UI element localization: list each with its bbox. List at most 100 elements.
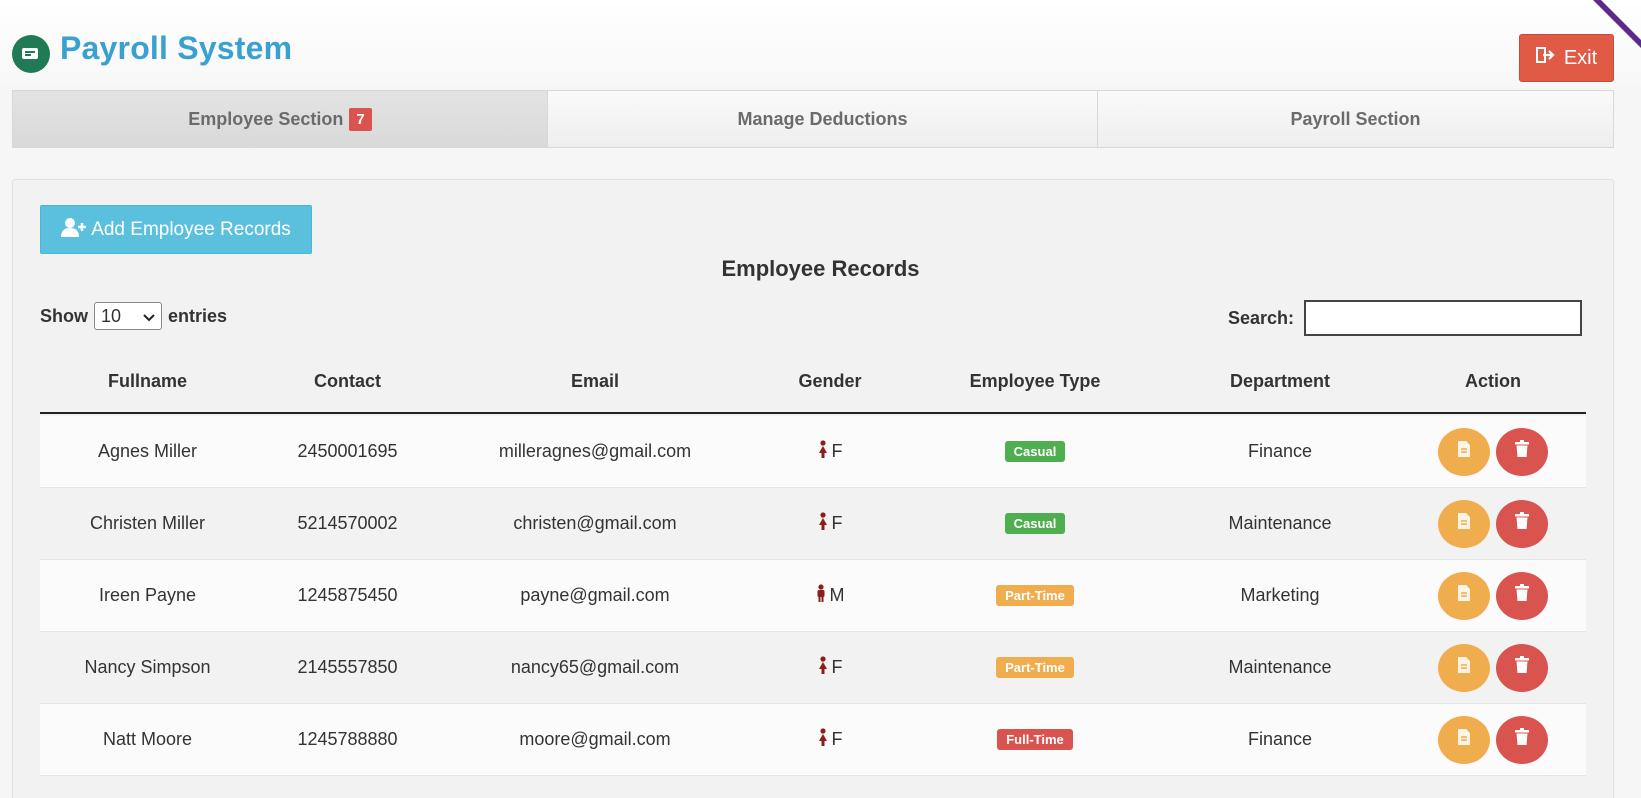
search-input[interactable] xyxy=(1304,300,1583,336)
add-employee-button[interactable]: Add Employee Records xyxy=(40,205,312,254)
delete-record-button[interactable] xyxy=(1496,427,1548,476)
cell-contact: 2145557850 xyxy=(297,657,398,677)
table-header: Fullname Contact Email Gender Employee T… xyxy=(40,350,1586,414)
cell-employee-type: Part-Time xyxy=(910,560,1160,631)
trash-icon xyxy=(1514,440,1530,463)
table-row: Nancy Simpson 2145557850 nancy65@gmail.c… xyxy=(40,632,1586,704)
cell-fullname: Nancy Simpson xyxy=(84,657,211,677)
cell-department: Maintenance xyxy=(1228,513,1332,533)
tab-payroll-section[interactable]: Payroll Section xyxy=(1098,91,1613,147)
trash-icon xyxy=(1514,584,1530,607)
column-header-employee-type[interactable]: Employee Type xyxy=(910,350,1160,412)
cell-action xyxy=(1400,416,1586,487)
file-icon xyxy=(1457,512,1471,535)
trash-icon xyxy=(1514,512,1530,535)
female-icon xyxy=(818,728,828,751)
gender-value: F xyxy=(831,441,843,461)
entries-suffix: entries xyxy=(168,305,228,326)
cell-contact: 1245788880 xyxy=(297,729,398,749)
show-entries: Show 10 entries xyxy=(40,302,227,330)
cell-email: nancy65@gmail.com xyxy=(510,657,680,677)
delete-record-button[interactable] xyxy=(1496,499,1548,548)
edit-record-button[interactable] xyxy=(1438,571,1490,620)
cell-email: milleragnes@gmail.com xyxy=(498,441,692,461)
table-row: Agnes Miller 2450001695 milleragnes@gmai… xyxy=(40,416,1586,488)
entries-select[interactable]: 10 xyxy=(94,302,162,330)
gender-value: F xyxy=(831,657,843,677)
cell-email: christen@gmail.com xyxy=(513,513,677,533)
tab-employee-section[interactable]: Employee Section 7 xyxy=(13,91,548,147)
entries-value: 10 xyxy=(101,305,122,326)
app-header: Payroll System xyxy=(0,0,1641,88)
cell-department: Marketing xyxy=(1240,585,1320,605)
tab-label: Manage Deductions xyxy=(737,108,908,129)
column-header-department[interactable]: Department xyxy=(1160,350,1400,412)
file-icon xyxy=(1457,584,1471,607)
gender-value: F xyxy=(831,729,843,749)
file-icon xyxy=(1457,440,1471,463)
sign-out-icon xyxy=(1535,46,1556,70)
cell-email: moore@gmail.com xyxy=(519,729,671,749)
table-row: Christen Miller 5214570002 christen@gmai… xyxy=(40,488,1586,560)
edit-record-button[interactable] xyxy=(1438,715,1490,764)
file-icon xyxy=(1457,656,1471,679)
edit-record-button[interactable] xyxy=(1438,499,1490,548)
employee-count-badge: 7 xyxy=(349,107,372,131)
chevron-down-icon xyxy=(143,306,155,327)
cell-contact: 2450001695 xyxy=(297,441,398,461)
cell-fullname: Ireen Payne xyxy=(98,585,197,605)
payroll-logo-icon xyxy=(12,35,50,73)
trash-icon xyxy=(1514,728,1530,751)
cell-fullname: Agnes Miller xyxy=(97,441,198,461)
male-icon xyxy=(816,584,826,607)
column-header-fullname[interactable]: Fullname xyxy=(40,350,255,412)
cell-action xyxy=(1400,560,1586,631)
delete-record-button[interactable] xyxy=(1496,715,1548,764)
tab-manage-deductions[interactable]: Manage Deductions xyxy=(548,91,1098,147)
gender-value: M xyxy=(829,585,845,605)
cell-email: payne@gmail.com xyxy=(520,585,670,605)
trash-icon xyxy=(1514,656,1530,679)
cell-action xyxy=(1400,704,1586,775)
delete-record-button[interactable] xyxy=(1496,643,1548,692)
exit-label: Exit xyxy=(1563,46,1598,69)
employee-type-badge: Full-Time xyxy=(997,729,1073,750)
delete-record-button[interactable] xyxy=(1496,571,1548,620)
column-header-email[interactable]: Email xyxy=(440,350,750,412)
add-employee-label: Add Employee Records xyxy=(91,218,291,240)
exit-button[interactable]: Exit xyxy=(1519,34,1614,82)
cell-action xyxy=(1400,632,1586,703)
edit-record-button[interactable] xyxy=(1438,643,1490,692)
female-icon xyxy=(818,656,828,679)
employee-type-badge: Part-Time xyxy=(996,657,1074,678)
column-header-gender[interactable]: Gender xyxy=(750,350,910,412)
cell-gender: F xyxy=(750,488,910,559)
cell-employee-type: Casual xyxy=(910,488,1160,559)
cell-department: Maintenance xyxy=(1228,657,1332,677)
tab-label: Employee Section xyxy=(188,108,344,129)
cell-action xyxy=(1400,488,1586,559)
employee-type-badge: Casual xyxy=(1004,513,1066,534)
column-header-contact[interactable]: Contact xyxy=(255,350,440,412)
female-icon xyxy=(818,512,828,535)
cell-department: Finance xyxy=(1247,729,1313,749)
gender-value: F xyxy=(831,513,843,533)
cell-department: Finance xyxy=(1247,441,1313,461)
file-icon xyxy=(1457,728,1471,751)
cell-fullname: Christen Miller xyxy=(89,513,206,533)
cell-employee-type: Full-Time xyxy=(910,704,1160,775)
cell-gender: F xyxy=(750,416,910,487)
table-row: Ireen Payne 1245875450 payne@gmail.com M… xyxy=(40,560,1586,632)
user-plus-icon xyxy=(61,217,87,243)
cell-employee-type: Casual xyxy=(910,416,1160,487)
search-area: Search: xyxy=(1228,300,1583,336)
cell-gender: F xyxy=(750,704,910,775)
app-title: Payroll System xyxy=(60,30,293,66)
cell-fullname: Natt Moore xyxy=(102,729,193,749)
cell-employee-type: Part-Time xyxy=(910,632,1160,703)
cell-gender: M xyxy=(750,560,910,631)
edit-record-button[interactable] xyxy=(1438,427,1490,476)
employee-type-badge: Casual xyxy=(1004,441,1066,462)
table-body: Agnes Miller 2450001695 milleragnes@gmai… xyxy=(40,416,1586,776)
cell-contact: 1245875450 xyxy=(297,585,398,605)
